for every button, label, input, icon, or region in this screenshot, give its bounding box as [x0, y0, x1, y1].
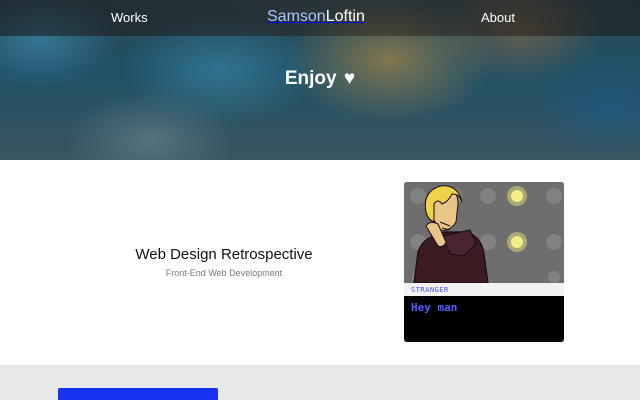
dialog-speaker-label: STRANGER: [411, 286, 449, 294]
next-project-section: [0, 365, 640, 400]
project-title[interactable]: Web Design Retrospective: [100, 246, 348, 263]
nav-link-about[interactable]: About: [481, 10, 515, 25]
hero-heading: Enjoy ♥: [0, 68, 640, 90]
site-logo[interactable]: SamsonLoftin: [267, 8, 365, 26]
project-subtitle: Front-End Web Development: [165, 268, 283, 278]
project-preview-image[interactable]: STRANGER Hey man: [404, 182, 564, 342]
heart-icon: ♥: [343, 68, 356, 89]
game-scene-illustration: [404, 182, 564, 342]
nav-link-works[interactable]: Works: [111, 10, 148, 25]
next-project-card[interactable]: [58, 388, 218, 400]
logo-last-name: Loftin: [325, 8, 365, 25]
dialog-text: Hey man: [411, 301, 458, 314]
logo-first-name: Samson: [267, 8, 326, 25]
hero-title-text: Enjoy: [284, 68, 337, 89]
hero-banner: Works SamsonLoftin About Enjoy ♥: [0, 0, 640, 160]
top-navigation: Works SamsonLoftin About: [0, 0, 640, 36]
